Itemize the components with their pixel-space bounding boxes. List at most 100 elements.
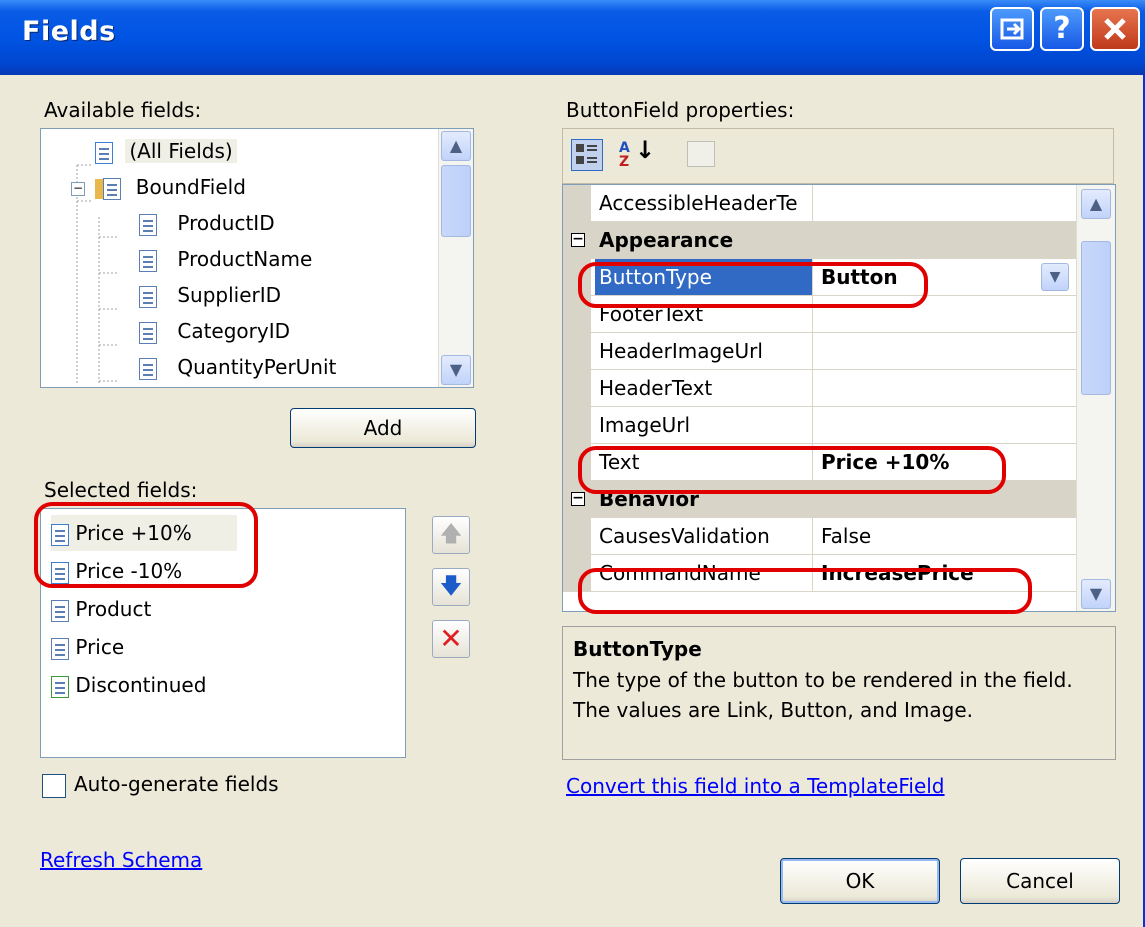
prop-value[interactable]: False (815, 518, 1077, 554)
scroll-thumb[interactable] (1081, 241, 1111, 395)
available-scrollbar[interactable]: ▲ ▼ (438, 129, 473, 387)
property-pages-icon[interactable] (687, 141, 715, 167)
tree-item-categoryid[interactable]: CategoryID (139, 313, 290, 349)
description-pane: ButtonType The type of the button to be … (562, 626, 1116, 760)
category-appearance[interactable]: − Appearance (563, 222, 1077, 259)
scroll-thumb[interactable] (441, 165, 471, 237)
row-margin (563, 370, 591, 406)
prop-name: Text (595, 444, 813, 480)
alphabetical-icon[interactable]: A Z ↓ (615, 138, 655, 171)
field-icon (139, 213, 157, 236)
delete-icon[interactable]: ✕ (432, 620, 470, 658)
selected-fields-list[interactable]: Price +10% Price -10% Product Price Disc… (40, 508, 406, 758)
collapse-icon[interactable]: − (571, 232, 585, 247)
buttonfield-icon (51, 523, 69, 546)
dropdown-arrow-icon[interactable]: ▼ (1041, 263, 1069, 291)
field-icon (139, 285, 157, 308)
category-behavior[interactable]: − Behavior (563, 481, 1077, 518)
scroll-down-icon[interactable]: ▼ (1081, 579, 1111, 609)
tree-item-productname[interactable]: ProductName (139, 241, 312, 277)
refresh-schema-link[interactable]: Refresh Schema (40, 848, 202, 872)
property-scrollbar[interactable]: ▲ ▼ (1076, 185, 1115, 611)
scroll-up-icon[interactable]: ▲ (441, 131, 471, 161)
ok-button[interactable]: OK (780, 858, 940, 904)
prop-value[interactable] (815, 185, 1077, 221)
prop-value[interactable]: Button (815, 259, 1077, 295)
list-item-product[interactable]: Product (51, 591, 151, 627)
list-item-price-plus[interactable]: Price +10% (51, 515, 237, 551)
prop-name: ImageUrl (595, 407, 813, 443)
list-item-price[interactable]: Price (51, 629, 124, 665)
prop-value[interactable] (815, 370, 1077, 406)
tree-item-quantityperunit[interactable]: QuantityPerUnit (139, 349, 336, 385)
property-grid[interactable]: AccessibleHeaderTe − Appearance ButtonTy… (562, 184, 1116, 612)
scroll-up-icon[interactable]: ▲ (1081, 189, 1111, 219)
prop-name: HeaderText (595, 370, 813, 406)
tree-item-supplierid[interactable]: SupplierID (139, 277, 281, 313)
list-item-price-minus[interactable]: Price -10% (51, 553, 182, 589)
prop-row-causesvalidation[interactable]: CausesValidation False (563, 518, 1077, 555)
row-margin (563, 444, 591, 480)
add-button[interactable]: Add (290, 408, 476, 448)
properties-toolbar: A Z ↓ (562, 128, 1114, 184)
window-title: Fields (22, 16, 116, 47)
description-text: The type of the button to be rendered in… (573, 668, 1073, 722)
convert-templatefield-link[interactable]: Convert this field into a TemplateField (566, 774, 945, 798)
available-fields-tree[interactable]: (All Fields) − BoundField ProductID Prod… (40, 128, 474, 388)
prop-row-accessibleheadertext[interactable]: AccessibleHeaderTe (563, 185, 1077, 222)
close-icon[interactable] (1090, 7, 1140, 51)
prop-value[interactable] (815, 296, 1077, 332)
selected-fields-label: Selected fields: (44, 478, 198, 502)
move-down-button[interactable]: 🡇 (432, 568, 470, 606)
available-fields-label: Available fields: (44, 98, 202, 122)
collapse-icon[interactable]: − (71, 181, 85, 196)
scroll-down-icon[interactable]: ▼ (441, 355, 471, 385)
row-margin (563, 259, 591, 295)
categorized-icon[interactable] (571, 139, 603, 171)
field-icon (51, 599, 69, 622)
prop-name: HeaderImageUrl (595, 333, 813, 369)
move-up-button[interactable]: 🡅 (432, 516, 470, 554)
title-bar[interactable]: Fields ? (0, 0, 1145, 75)
row-margin (563, 518, 591, 554)
prop-value[interactable] (815, 407, 1077, 443)
buttonfield-icon (51, 561, 69, 584)
prop-value[interactable] (815, 333, 1077, 369)
fields-icon (95, 141, 113, 164)
row-margin (563, 296, 591, 332)
autogenerate-label: Auto-generate fields (74, 772, 279, 796)
category-name: Appearance (599, 228, 734, 252)
autogenerate-checkbox[interactable] (42, 774, 66, 798)
prop-row-headertext[interactable]: HeaderText (563, 370, 1077, 407)
help-icon[interactable]: ? (1040, 7, 1084, 51)
prop-row-buttontype[interactable]: ButtonType Button ▼ (563, 259, 1077, 296)
prop-value[interactable]: IncreasePrice (815, 555, 1077, 591)
field-icon (51, 637, 69, 660)
prop-row-text[interactable]: Text Price +10% (563, 444, 1077, 481)
list-item-discontinued[interactable]: Discontinued (51, 667, 206, 703)
prop-name: AccessibleHeaderTe (595, 185, 813, 221)
row-margin (563, 185, 591, 221)
description-title: ButtonType (573, 637, 702, 661)
field-icon (139, 321, 157, 344)
prop-row-commandname[interactable]: CommandName IncreasePrice (563, 555, 1077, 592)
prop-row-headerimageurl[interactable]: HeaderImageUrl (563, 333, 1077, 370)
prop-row-imageurl[interactable]: ImageUrl (563, 407, 1077, 444)
field-icon (139, 357, 157, 380)
row-margin (563, 407, 591, 443)
properties-label: ButtonField properties: (566, 98, 795, 122)
prop-name: FooterText (595, 296, 813, 332)
restore-icon[interactable] (990, 7, 1034, 51)
tree-item-boundfield[interactable]: − BoundField (71, 169, 246, 205)
tree-item-all-fields[interactable]: (All Fields) (95, 133, 237, 169)
field-icon (103, 177, 122, 200)
fields-dialog: Fields ? Available fields: (All Fields) … (0, 0, 1145, 927)
tree-item-productid[interactable]: ProductID (139, 205, 275, 241)
cancel-button[interactable]: Cancel (960, 858, 1120, 904)
prop-row-footertext[interactable]: FooterText (563, 296, 1077, 333)
prop-name: CausesValidation (595, 518, 813, 554)
collapse-icon[interactable]: − (571, 491, 585, 506)
prop-value[interactable]: Price +10% (815, 444, 1077, 480)
field-icon (139, 249, 157, 272)
prop-name: CommandName (595, 555, 813, 591)
